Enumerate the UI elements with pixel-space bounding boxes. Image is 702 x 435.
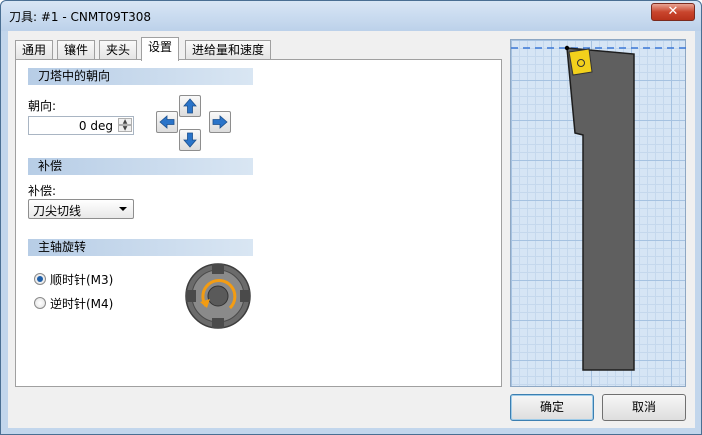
spin-down-button[interactable]: ▼ [118,125,132,132]
compensation-label: 补偿: [28,184,57,198]
spindle-header: 主轴旋转 [28,239,253,256]
tab-label: 进给量和速度 [192,43,265,57]
insert-shape [568,48,593,76]
rotate-down-button[interactable] [179,129,201,151]
setup-panel: 刀塔中的朝向 朝向: 0 deg ▲ ▼ 补偿 补偿: 刀尖切线 主轴旋转 顺时… [15,59,502,387]
tool-drawing [511,45,687,371]
counterclockwise-label[interactable]: 逆时针(M4) [50,295,113,312]
orientation-spinbox[interactable]: 0 deg ▲ ▼ [28,116,134,135]
dialog-client: 通用 镶件 夹头 设置 进给量和速度 刀塔中的朝向 朝向: 0 deg ▲ ▼ [8,31,695,428]
chevron-down-icon [119,207,127,211]
tab-general[interactable]: 通用 [15,40,54,60]
rotate-up-button[interactable] [179,95,201,117]
arrow-right-icon [212,115,228,129]
clockwise-label[interactable]: 顺时针(M3) [50,271,113,288]
spin-up-button[interactable]: ▲ [118,118,132,125]
ok-button[interactable]: 确定 [510,394,594,421]
rotate-right-button[interactable] [209,111,231,133]
close-button[interactable]: ✕ [651,3,695,21]
radio-counterclockwise[interactable] [34,297,46,309]
title-bar[interactable]: 刀具: #1 - CNMT09T308 ✕ [1,1,701,31]
window-title: 刀具: #1 - CNMT09T308 [9,10,152,24]
spindle-rotation-icon [185,263,251,329]
tab-label: 通用 [22,43,47,57]
spin-buttons: ▲ ▼ [118,118,132,133]
orientation-label: 朝向: [28,99,57,113]
dialog-window: 刀具: #1 - CNMT09T308 ✕ 通用 镶件 夹头 设置 进给量和速度… [0,0,702,435]
orientation-value: 0 deg [78,119,113,133]
arrow-left-icon [159,115,175,129]
tool-preview [510,39,687,387]
tab-label: 设置 [148,40,173,54]
tab-label: 夹头 [106,43,131,57]
tab-holder[interactable]: 夹头 [99,40,138,60]
radio-clockwise[interactable] [34,273,46,285]
arrow-up-icon [183,98,197,114]
tab-setup[interactable]: 设置 [141,37,180,61]
tool-holder-shape [566,47,635,371]
tab-feeds-speeds[interactable]: 进给量和速度 [185,40,272,60]
compensation-header: 补偿 [28,158,253,175]
rotate-left-button[interactable] [156,111,178,133]
arrow-down-icon [183,132,197,148]
compensation-dropdown[interactable]: 刀尖切线 [28,199,134,219]
cancel-button[interactable]: 取消 [602,394,686,421]
tab-insert[interactable]: 镶件 [57,40,96,60]
close-icon: ✕ [667,4,679,19]
orientation-header: 刀塔中的朝向 [28,68,253,85]
compensation-selected: 刀尖切线 [33,204,82,218]
tab-label: 镶件 [64,43,89,57]
